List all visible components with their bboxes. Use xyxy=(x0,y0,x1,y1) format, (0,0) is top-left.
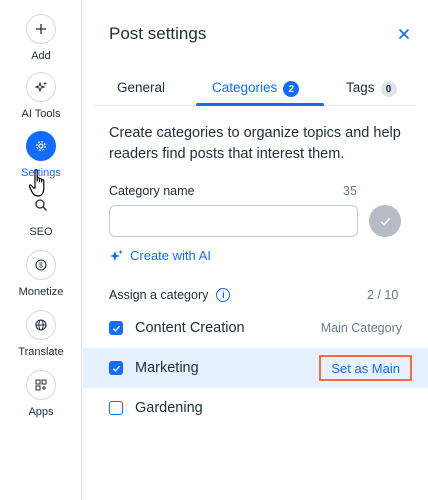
apps-grid-icon xyxy=(26,370,56,400)
post-settings-panel: Post settings General Categories 2 Tags … xyxy=(83,0,428,500)
rail-label-monetize: Monetize xyxy=(18,286,64,298)
category-checkbox-marketing[interactable] xyxy=(109,361,123,375)
gear-icon xyxy=(26,131,56,161)
category-row-marketing[interactable]: Marketing Set as Main xyxy=(83,348,428,388)
dollar-icon: $ xyxy=(26,250,56,280)
assigned-count: 2 / 10 xyxy=(367,288,399,302)
main-category-label: Main Category xyxy=(320,321,402,335)
rail-label-seo: SEO xyxy=(29,226,53,238)
tab-categories-label: Categories xyxy=(212,80,278,95)
categories-count-badge: 2 xyxy=(283,81,300,97)
close-button[interactable] xyxy=(394,24,414,44)
tab-tags-label: Tags xyxy=(346,80,375,95)
create-with-ai-label: Create with AI xyxy=(130,248,211,263)
tab-general-label: General xyxy=(117,80,166,95)
category-row-content-creation[interactable]: Content Creation Main Category xyxy=(83,308,428,348)
assign-category-text: Assign a category xyxy=(109,288,209,302)
tab-tags[interactable]: Tags 0 xyxy=(346,70,397,106)
category-name-label: Category name xyxy=(109,184,195,198)
category-name-gardening: Gardening xyxy=(135,400,203,416)
rail-label-settings: Settings xyxy=(21,167,61,179)
tab-general[interactable]: General xyxy=(117,70,165,106)
checkmark-icon xyxy=(380,217,390,226)
ai-sparkle-icon xyxy=(110,249,123,261)
category-name-content-creation: Content Creation xyxy=(135,320,245,336)
confirm-category-button[interactable] xyxy=(369,205,401,237)
category-name-marketing: Marketing xyxy=(135,360,199,376)
rail-item-settings[interactable]: Settings xyxy=(0,131,82,179)
create-with-ai-link[interactable]: Create with AI xyxy=(109,248,211,263)
rail-item-add[interactable]: Add xyxy=(0,14,82,62)
close-icon xyxy=(398,28,410,40)
checkmark-icon xyxy=(112,365,120,372)
globe-icon xyxy=(26,310,56,340)
left-rail: Add AI Tools Settings SEO $ Monetize Tra… xyxy=(0,0,82,500)
rail-label-apps: Apps xyxy=(28,406,54,418)
rail-item-translate[interactable]: Translate xyxy=(0,310,82,358)
info-icon[interactable]: i xyxy=(216,288,231,302)
sparkle-icon xyxy=(26,72,56,102)
rail-label-ai-tools: AI Tools xyxy=(21,108,61,120)
active-tab-indicator xyxy=(196,103,324,106)
tab-categories[interactable]: Categories 2 xyxy=(212,70,300,106)
category-row-gardening[interactable]: Gardening xyxy=(83,388,428,428)
rail-label-add: Add xyxy=(31,50,51,62)
tab-bar: General Categories 2 Tags 0 xyxy=(95,70,416,106)
assign-category-label: Assign a category i xyxy=(109,288,231,302)
category-name-input[interactable] xyxy=(109,205,358,237)
char-limit-counter: 35 xyxy=(343,184,357,198)
category-checkbox-content-creation[interactable] xyxy=(109,321,123,335)
rail-item-apps[interactable]: Apps xyxy=(0,370,82,418)
search-icon xyxy=(26,190,56,220)
tags-count-badge: 0 xyxy=(380,81,397,97)
rail-label-translate: Translate xyxy=(18,346,64,358)
rail-item-ai-tools[interactable]: AI Tools xyxy=(0,72,82,120)
rail-item-seo[interactable]: SEO xyxy=(0,190,82,238)
checkmark-icon xyxy=(112,325,120,332)
set-as-main-button[interactable]: Set as Main xyxy=(319,355,412,381)
rail-item-monetize[interactable]: $ Monetize xyxy=(0,250,82,298)
categories-description: Create categories to organize topics and… xyxy=(109,125,401,162)
plus-icon xyxy=(26,14,56,44)
panel-title: Post settings xyxy=(109,24,207,43)
svg-text:$: $ xyxy=(39,263,43,270)
category-checkbox-gardening[interactable] xyxy=(109,401,123,415)
